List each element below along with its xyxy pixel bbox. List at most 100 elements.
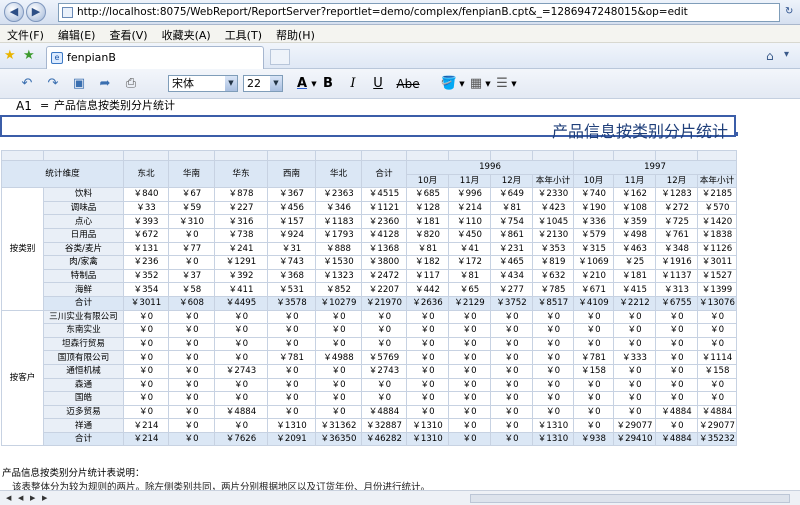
value-cell[interactable]: ￥671 xyxy=(573,282,614,297)
value-cell[interactable]: ￥0 xyxy=(697,391,737,406)
value-cell[interactable]: ￥0 xyxy=(361,391,407,406)
value-cell[interactable]: ￥0 xyxy=(490,363,533,379)
horizontal-scrollbar[interactable] xyxy=(470,494,790,503)
total-value-cell[interactable]: ￥938 xyxy=(573,431,614,447)
value-cell[interactable]: ￥0 xyxy=(315,309,362,325)
formula-input[interactable]: 产品信息按类别分片统计 xyxy=(54,99,175,113)
value-cell[interactable]: ￥0 xyxy=(448,336,491,352)
value-cell[interactable]: ￥1793 xyxy=(315,227,362,243)
month-header[interactable]: 10月 xyxy=(573,173,614,189)
value-cell[interactable]: ￥0 xyxy=(168,363,215,379)
selection-handle[interactable] xyxy=(734,132,738,136)
value-cell[interactable]: ￥0 xyxy=(168,309,215,325)
value-cell[interactable]: ￥0 xyxy=(573,377,614,393)
value-cell[interactable]: ￥0 xyxy=(448,323,491,338)
value-cell[interactable]: ￥0 xyxy=(655,418,698,433)
value-cell[interactable]: ￥0 xyxy=(315,377,362,393)
month-header[interactable]: 11月 xyxy=(448,173,491,189)
value-cell[interactable]: ￥456 xyxy=(267,200,316,216)
value-cell[interactable]: ￥0 xyxy=(490,350,533,365)
value-cell[interactable]: ￥0 xyxy=(168,323,215,338)
value-cell[interactable]: ￥31 xyxy=(267,241,316,257)
value-cell[interactable]: ￥450 xyxy=(448,227,491,243)
value-cell[interactable]: ￥0 xyxy=(267,404,316,420)
total-value-cell[interactable]: ￥10279 xyxy=(315,295,362,311)
value-cell[interactable]: ￥0 xyxy=(406,404,449,420)
value-cell[interactable]: ￥0 xyxy=(532,350,574,365)
value-cell[interactable]: ￥172 xyxy=(448,255,491,270)
value-cell[interactable]: ￥4884 xyxy=(697,404,737,420)
month-header[interactable]: 10月 xyxy=(406,173,449,189)
tools-dropdown-icon[interactable]: ▾ xyxy=(784,49,789,60)
total-value-cell[interactable]: ￥6755 xyxy=(655,295,698,311)
value-cell[interactable]: ￥393 xyxy=(123,214,169,229)
total-value-cell[interactable]: ￥2091 xyxy=(267,431,316,447)
value-cell[interactable]: ￥310 xyxy=(168,214,215,229)
value-cell[interactable]: ￥2360 xyxy=(361,214,407,229)
menu-item[interactable]: 编辑(E) xyxy=(51,25,103,43)
value-cell[interactable]: ￥158 xyxy=(697,363,737,379)
value-cell[interactable]: ￥315 xyxy=(573,241,614,257)
value-cell[interactable]: ￥0 xyxy=(406,336,449,352)
redo-icon[interactable]: ↷ xyxy=(44,75,62,93)
value-cell[interactable]: ￥0 xyxy=(406,363,449,379)
value-cell[interactable]: ￥4884 xyxy=(214,404,268,420)
font-color-icon[interactable]: A xyxy=(292,75,312,93)
print-icon[interactable]: ⎙ xyxy=(122,75,140,93)
dim-label-cell[interactable]: 统计维度 xyxy=(1,159,124,189)
value-cell[interactable]: ￥0 xyxy=(123,377,169,393)
value-cell[interactable]: ￥353 xyxy=(532,241,574,257)
total-value-cell[interactable]: ￥4884 xyxy=(655,431,698,447)
value-cell[interactable]: ￥0 xyxy=(406,323,449,338)
home-icon[interactable]: ⌂ xyxy=(766,49,774,63)
value-cell[interactable]: ￥3011 xyxy=(697,255,737,270)
value-cell[interactable]: ￥0 xyxy=(532,377,574,393)
row-label-cell[interactable]: 国顶有限公司 xyxy=(43,350,124,365)
row-label-cell[interactable]: 特制品 xyxy=(43,268,124,284)
value-cell[interactable]: ￥0 xyxy=(214,323,268,338)
value-cell[interactable]: ￥1420 xyxy=(697,214,737,229)
value-cell[interactable]: ￥58 xyxy=(168,282,215,297)
value-cell[interactable]: ￥0 xyxy=(315,336,362,352)
value-cell[interactable]: ￥0 xyxy=(613,404,656,420)
region-header[interactable]: 华南 xyxy=(168,159,215,189)
row-label-cell[interactable]: 国皓 xyxy=(43,391,124,406)
font-size-select[interactable]: 22 ▼ xyxy=(243,75,283,92)
value-cell[interactable]: ￥0 xyxy=(123,323,169,338)
value-cell[interactable]: ￥411 xyxy=(214,282,268,297)
total-value-cell[interactable]: ￥2636 xyxy=(406,295,449,311)
value-cell[interactable]: ￥1137 xyxy=(655,268,698,284)
align-icon[interactable]: ☰ xyxy=(494,75,510,93)
value-cell[interactable]: ￥996 xyxy=(448,187,491,202)
value-cell[interactable]: ￥0 xyxy=(697,309,737,325)
value-cell[interactable]: ￥0 xyxy=(613,336,656,352)
value-cell[interactable]: ￥0 xyxy=(267,336,316,352)
total-value-cell[interactable]: ￥608 xyxy=(168,295,215,311)
value-cell[interactable]: ￥0 xyxy=(168,377,215,393)
value-cell[interactable]: ￥0 xyxy=(315,391,362,406)
value-cell[interactable]: ￥277 xyxy=(490,282,533,297)
year-header[interactable]: 1996 xyxy=(406,160,574,175)
month-header[interactable]: 本年小计 xyxy=(697,173,737,189)
value-cell[interactable]: ￥0 xyxy=(490,336,533,352)
value-cell[interactable]: ￥579 xyxy=(573,227,614,243)
total-header[interactable]: 合计 xyxy=(361,159,407,189)
value-cell[interactable]: ￥0 xyxy=(361,336,407,352)
last-sheet-icon[interactable]: ▶ xyxy=(42,494,47,502)
value-cell[interactable]: ￥888 xyxy=(315,241,362,257)
value-cell[interactable]: ￥4515 xyxy=(361,187,407,202)
value-cell[interactable]: ￥785 xyxy=(532,282,574,297)
value-cell[interactable]: ￥0 xyxy=(573,404,614,420)
value-cell[interactable]: ￥0 xyxy=(406,350,449,365)
url-input[interactable]: http://localhost:8075/WebReport/ReportSe… xyxy=(58,3,780,22)
value-cell[interactable]: ￥210 xyxy=(573,268,614,284)
forward-icon[interactable]: ▶ xyxy=(26,2,46,22)
value-cell[interactable]: ￥819 xyxy=(532,255,574,270)
region-header[interactable]: 华东 xyxy=(214,159,268,189)
group-label-cell[interactable]: 按客户 xyxy=(1,309,44,447)
value-cell[interactable]: ￥0 xyxy=(490,418,533,433)
favorites-star-icon[interactable]: ★ xyxy=(4,49,16,62)
value-cell[interactable]: ￥1310 xyxy=(267,418,316,433)
value-cell[interactable]: ￥0 xyxy=(490,377,533,393)
value-cell[interactable]: ￥81 xyxy=(448,268,491,284)
